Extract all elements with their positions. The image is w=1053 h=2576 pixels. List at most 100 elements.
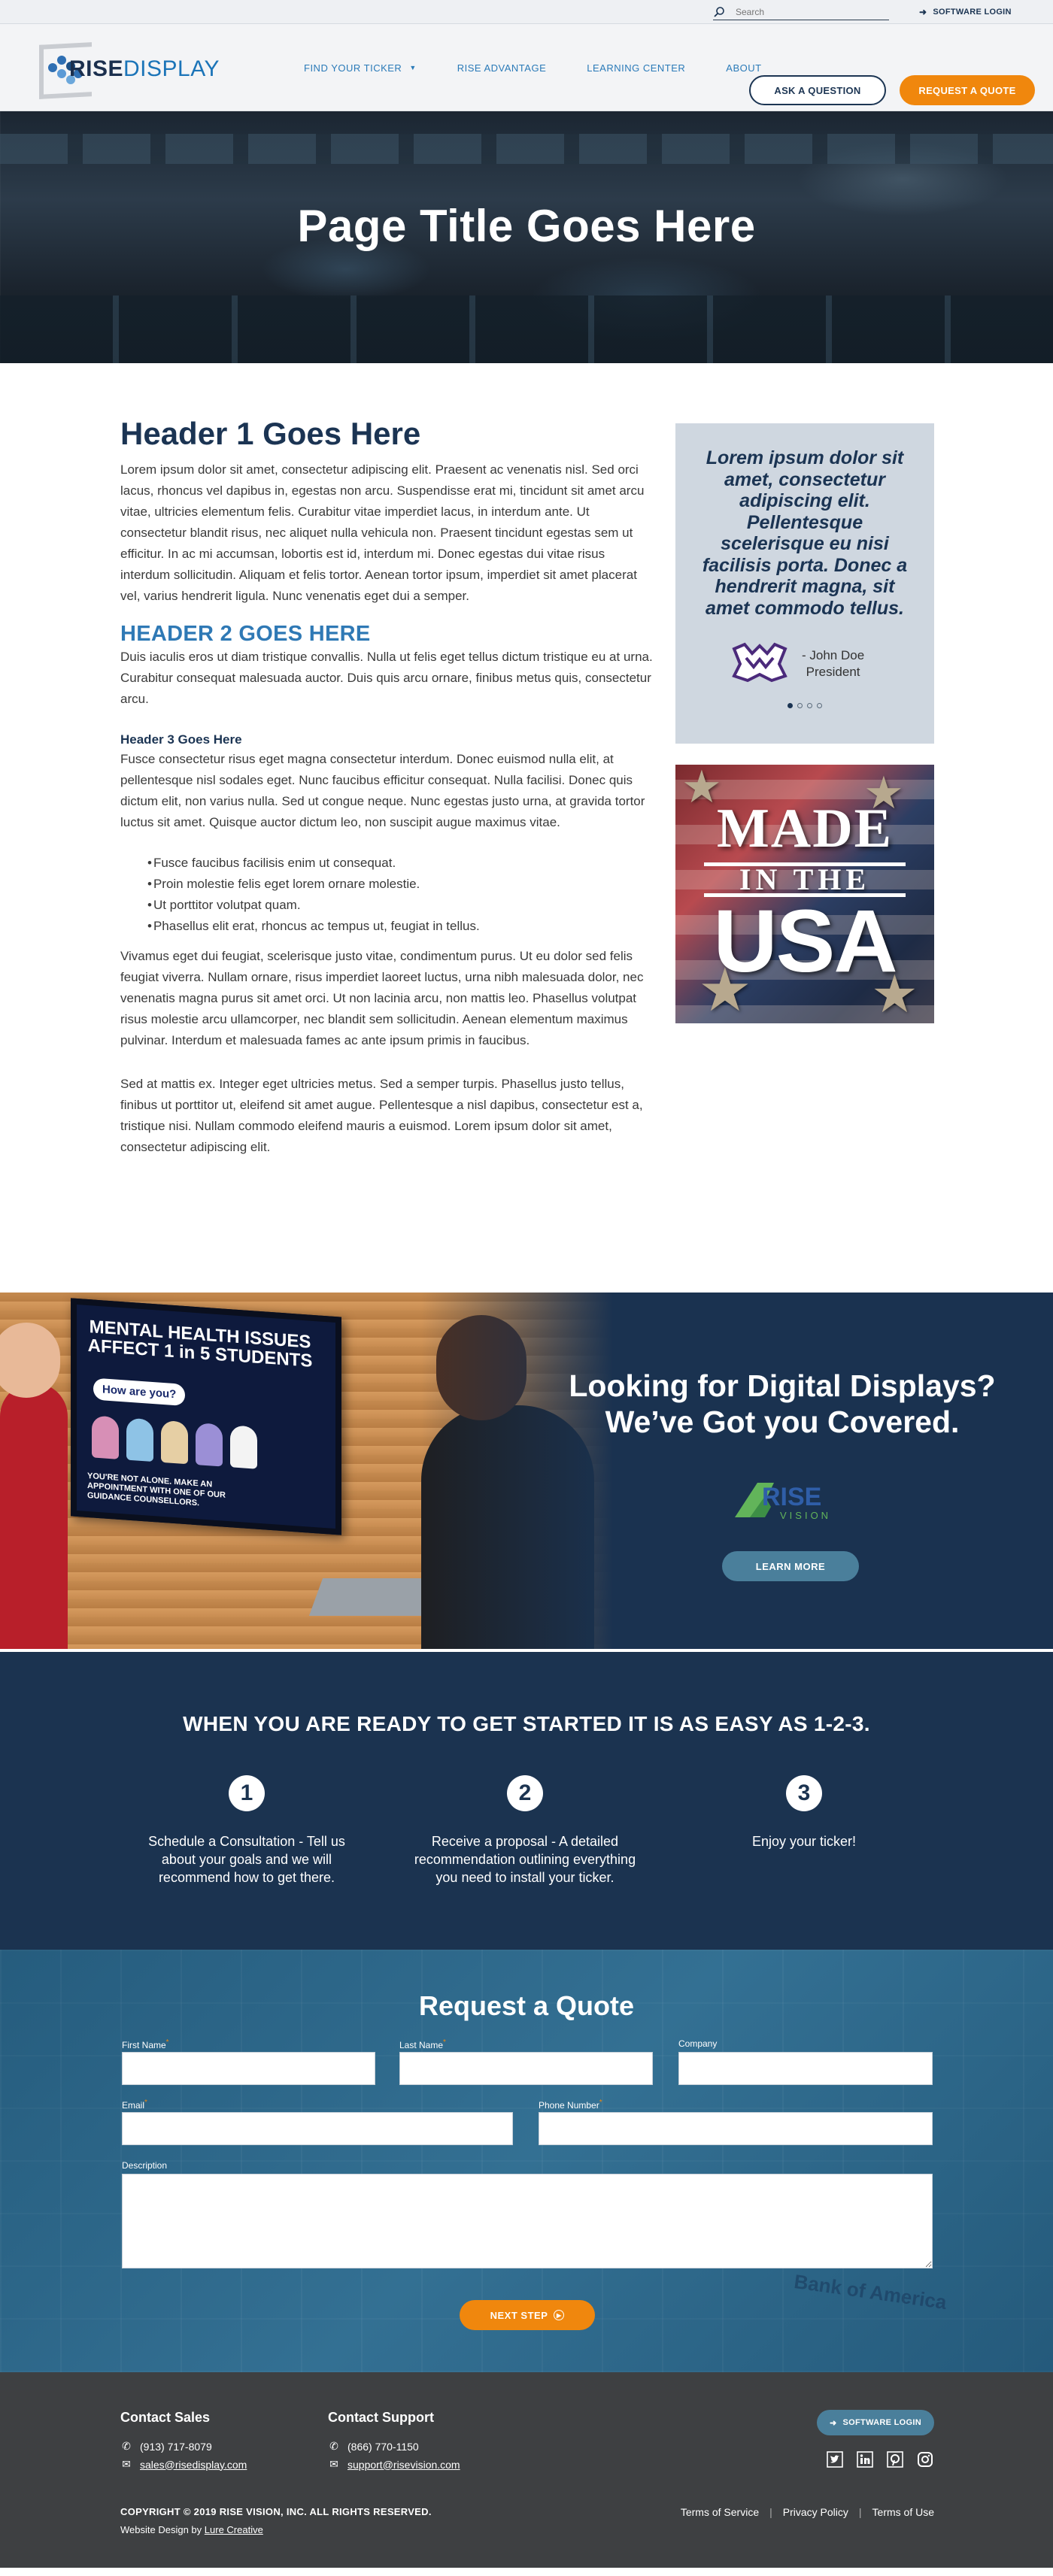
testimonial-role: President (806, 665, 860, 679)
logo-display: DISPLAY (123, 56, 220, 81)
pinterest-icon[interactable] (887, 2451, 903, 2468)
support-email-link[interactable]: support@risevision.com (347, 2459, 460, 2471)
instagram-icon[interactable] (917, 2451, 933, 2468)
nav-label: RISE ADVANTAGE (457, 62, 547, 74)
main-nav: FIND YOUR TICKER ▼ RISE ADVANTAGE LEARNIN… (304, 24, 803, 111)
divider: | (858, 2506, 862, 2518)
envelope-icon: ✉ (122, 2458, 131, 2470)
step-number: 1 (229, 1775, 265, 1811)
article-heading-3: Header 3 Goes Here (120, 732, 242, 747)
last-name-label: Last Name* (399, 2038, 446, 2050)
search-input[interactable] (736, 6, 879, 17)
rise-vision-logo[interactable]: RISE VISION (735, 1478, 848, 1523)
carousel-dot[interactable] (807, 703, 812, 708)
rise-display-logo[interactable]: RISEDISPLAY (39, 39, 220, 99)
support-phone[interactable]: ✆ (866) 770-1150 (328, 2440, 419, 2453)
step-2: 2 Receive a proposal - A detailed recomm… (412, 1775, 638, 1887)
utility-bar: ➜ SOFTWARE LOGIN (0, 0, 1053, 24)
nav-find-your-ticker[interactable]: FIND YOUR TICKER ▼ (304, 62, 417, 74)
steps-title: WHEN YOU ARE READY TO GET STARTED IT IS … (183, 1712, 870, 1735)
label-text: Phone Number (539, 2100, 599, 2111)
rise-vision-logo-vision: VISION (780, 1510, 831, 1521)
contact-support-heading: Contact Support (328, 2410, 434, 2425)
contact-sales-heading: Contact Sales (120, 2410, 211, 2425)
required-mark: * (165, 2038, 169, 2047)
login-icon: ➜ (919, 7, 927, 17)
step-text: Receive a proposal - A detailed recommen… (414, 1834, 636, 1885)
support-phone-text: (866) 770-1150 (347, 2440, 419, 2453)
email-input[interactable] (123, 2113, 512, 2144)
design-credit: Website Design by Lure Creative (120, 2524, 263, 2535)
required-mark: * (599, 2099, 602, 2107)
support-email[interactable]: ✉ support@risevision.com (328, 2458, 460, 2471)
last-name-field[interactable] (399, 2052, 653, 2085)
ask-a-question-button[interactable]: ASK A QUESTION (749, 75, 886, 105)
nav-rise-advantage[interactable]: RISE ADVANTAGE (457, 62, 547, 74)
request-a-quote-button[interactable]: REQUEST A QUOTE (900, 75, 1035, 105)
privacy-policy-link[interactable]: Privacy Policy (783, 2506, 848, 2518)
logo-rise: RISE (68, 56, 123, 81)
linkedin-icon[interactable] (857, 2451, 873, 2468)
login-icon: ➜ (830, 2418, 837, 2428)
nav-learning-center[interactable]: LEARNING CENTER (587, 62, 685, 74)
first-name-label: First Name* (122, 2038, 169, 2050)
phone-field[interactable] (539, 2112, 933, 2145)
company-input[interactable] (679, 2053, 932, 2084)
twitter-icon[interactable] (827, 2451, 843, 2468)
search-icon[interactable] (713, 6, 725, 18)
tv-headline: MENTAL HEALTH ISSUES AFFECT 1 in 5 STUDE… (87, 1317, 313, 1371)
arrow-circle-icon: ▶ (554, 2310, 565, 2320)
article-paragraph-5: Sed at mattis ex. Integer eget ultricies… (120, 1077, 643, 1154)
tv-speech-bubble: How are you? (93, 1377, 186, 1407)
promo-title: Looking for Digital Displays? We’ve Got … (569, 1368, 996, 1439)
step-1: 1 Schedule a Consultation - Tell us abou… (134, 1775, 360, 1887)
learn-more-button[interactable]: LEARN MORE (722, 1551, 859, 1581)
sales-email-link[interactable]: sales@risedisplay.com (140, 2459, 247, 2471)
terms-of-service-link[interactable]: Terms of Service (681, 2506, 759, 2518)
list-item: Proin molestie felis eget lorem ornare m… (147, 874, 653, 895)
first-name-input[interactable] (123, 2053, 375, 2084)
carousel-dot[interactable] (817, 703, 822, 708)
logo-wordmark: RISEDISPLAY (69, 56, 220, 82)
logo-dots-icon (48, 53, 83, 86)
nav-label: ABOUT (726, 62, 762, 74)
nav-label: FIND YOUR TICKER (304, 62, 402, 74)
phone-icon: ✆ (329, 2440, 338, 2452)
company-label: Company (678, 2038, 717, 2049)
carousel-dot[interactable] (797, 703, 803, 708)
page-hero: Page Title Goes Here (0, 111, 1053, 363)
getting-started-steps: WHEN YOU ARE READY TO GET STARTED IT IS … (0, 1649, 1053, 1950)
first-name-field[interactable] (122, 2052, 375, 2085)
phone-input[interactable] (539, 2113, 932, 2144)
email-field[interactable] (122, 2112, 513, 2145)
software-login-link[interactable]: ➜ SOFTWARE LOGIN (919, 5, 1012, 20)
company-field[interactable] (678, 2052, 933, 2085)
chevron-down-icon: ▼ (409, 64, 417, 71)
sales-phone-text: (913) 717-8079 (140, 2440, 212, 2453)
description-field[interactable] (122, 2174, 933, 2268)
design-credit-prefix: Website Design by (120, 2524, 202, 2535)
made-in-usa-image: ★ ★ ★ ★ MADE IN THE USA (675, 765, 934, 1023)
lure-creative-link[interactable]: Lure Creative (205, 2524, 263, 2535)
list-item: Fusce faucibus facilisis enim ut consequ… (147, 853, 653, 874)
label-text: First Name (122, 2040, 166, 2050)
phone-label: Phone Number* (539, 2099, 602, 2111)
required-mark: * (144, 2099, 147, 2107)
sales-phone[interactable]: ✆ (913) 717-8079 (120, 2440, 212, 2453)
description-textarea[interactable] (123, 2174, 932, 2268)
sales-email[interactable]: ✉ sales@risedisplay.com (120, 2458, 247, 2471)
footer-software-login-button[interactable]: ➜ SOFTWARE LOGIN (817, 2410, 934, 2435)
nav-about[interactable]: ABOUT (726, 62, 761, 74)
search-field[interactable] (713, 4, 889, 20)
next-step-button[interactable]: NEXT STEP ▶ (460, 2300, 595, 2330)
terms-of-use-link[interactable]: Terms of Use (872, 2506, 934, 2518)
nav-label: LEARNING CENTER (587, 62, 686, 74)
phone-icon: ✆ (122, 2440, 131, 2452)
last-name-input[interactable] (400, 2053, 652, 2084)
carousel-dot[interactable] (787, 703, 793, 708)
label-text: Email (122, 2100, 145, 2111)
hero-ticker-screens (0, 134, 1053, 164)
testimonial-quote: Lorem ipsum dolor sit amet, consectetur … (702, 447, 908, 619)
usa-text: USA (713, 892, 897, 991)
